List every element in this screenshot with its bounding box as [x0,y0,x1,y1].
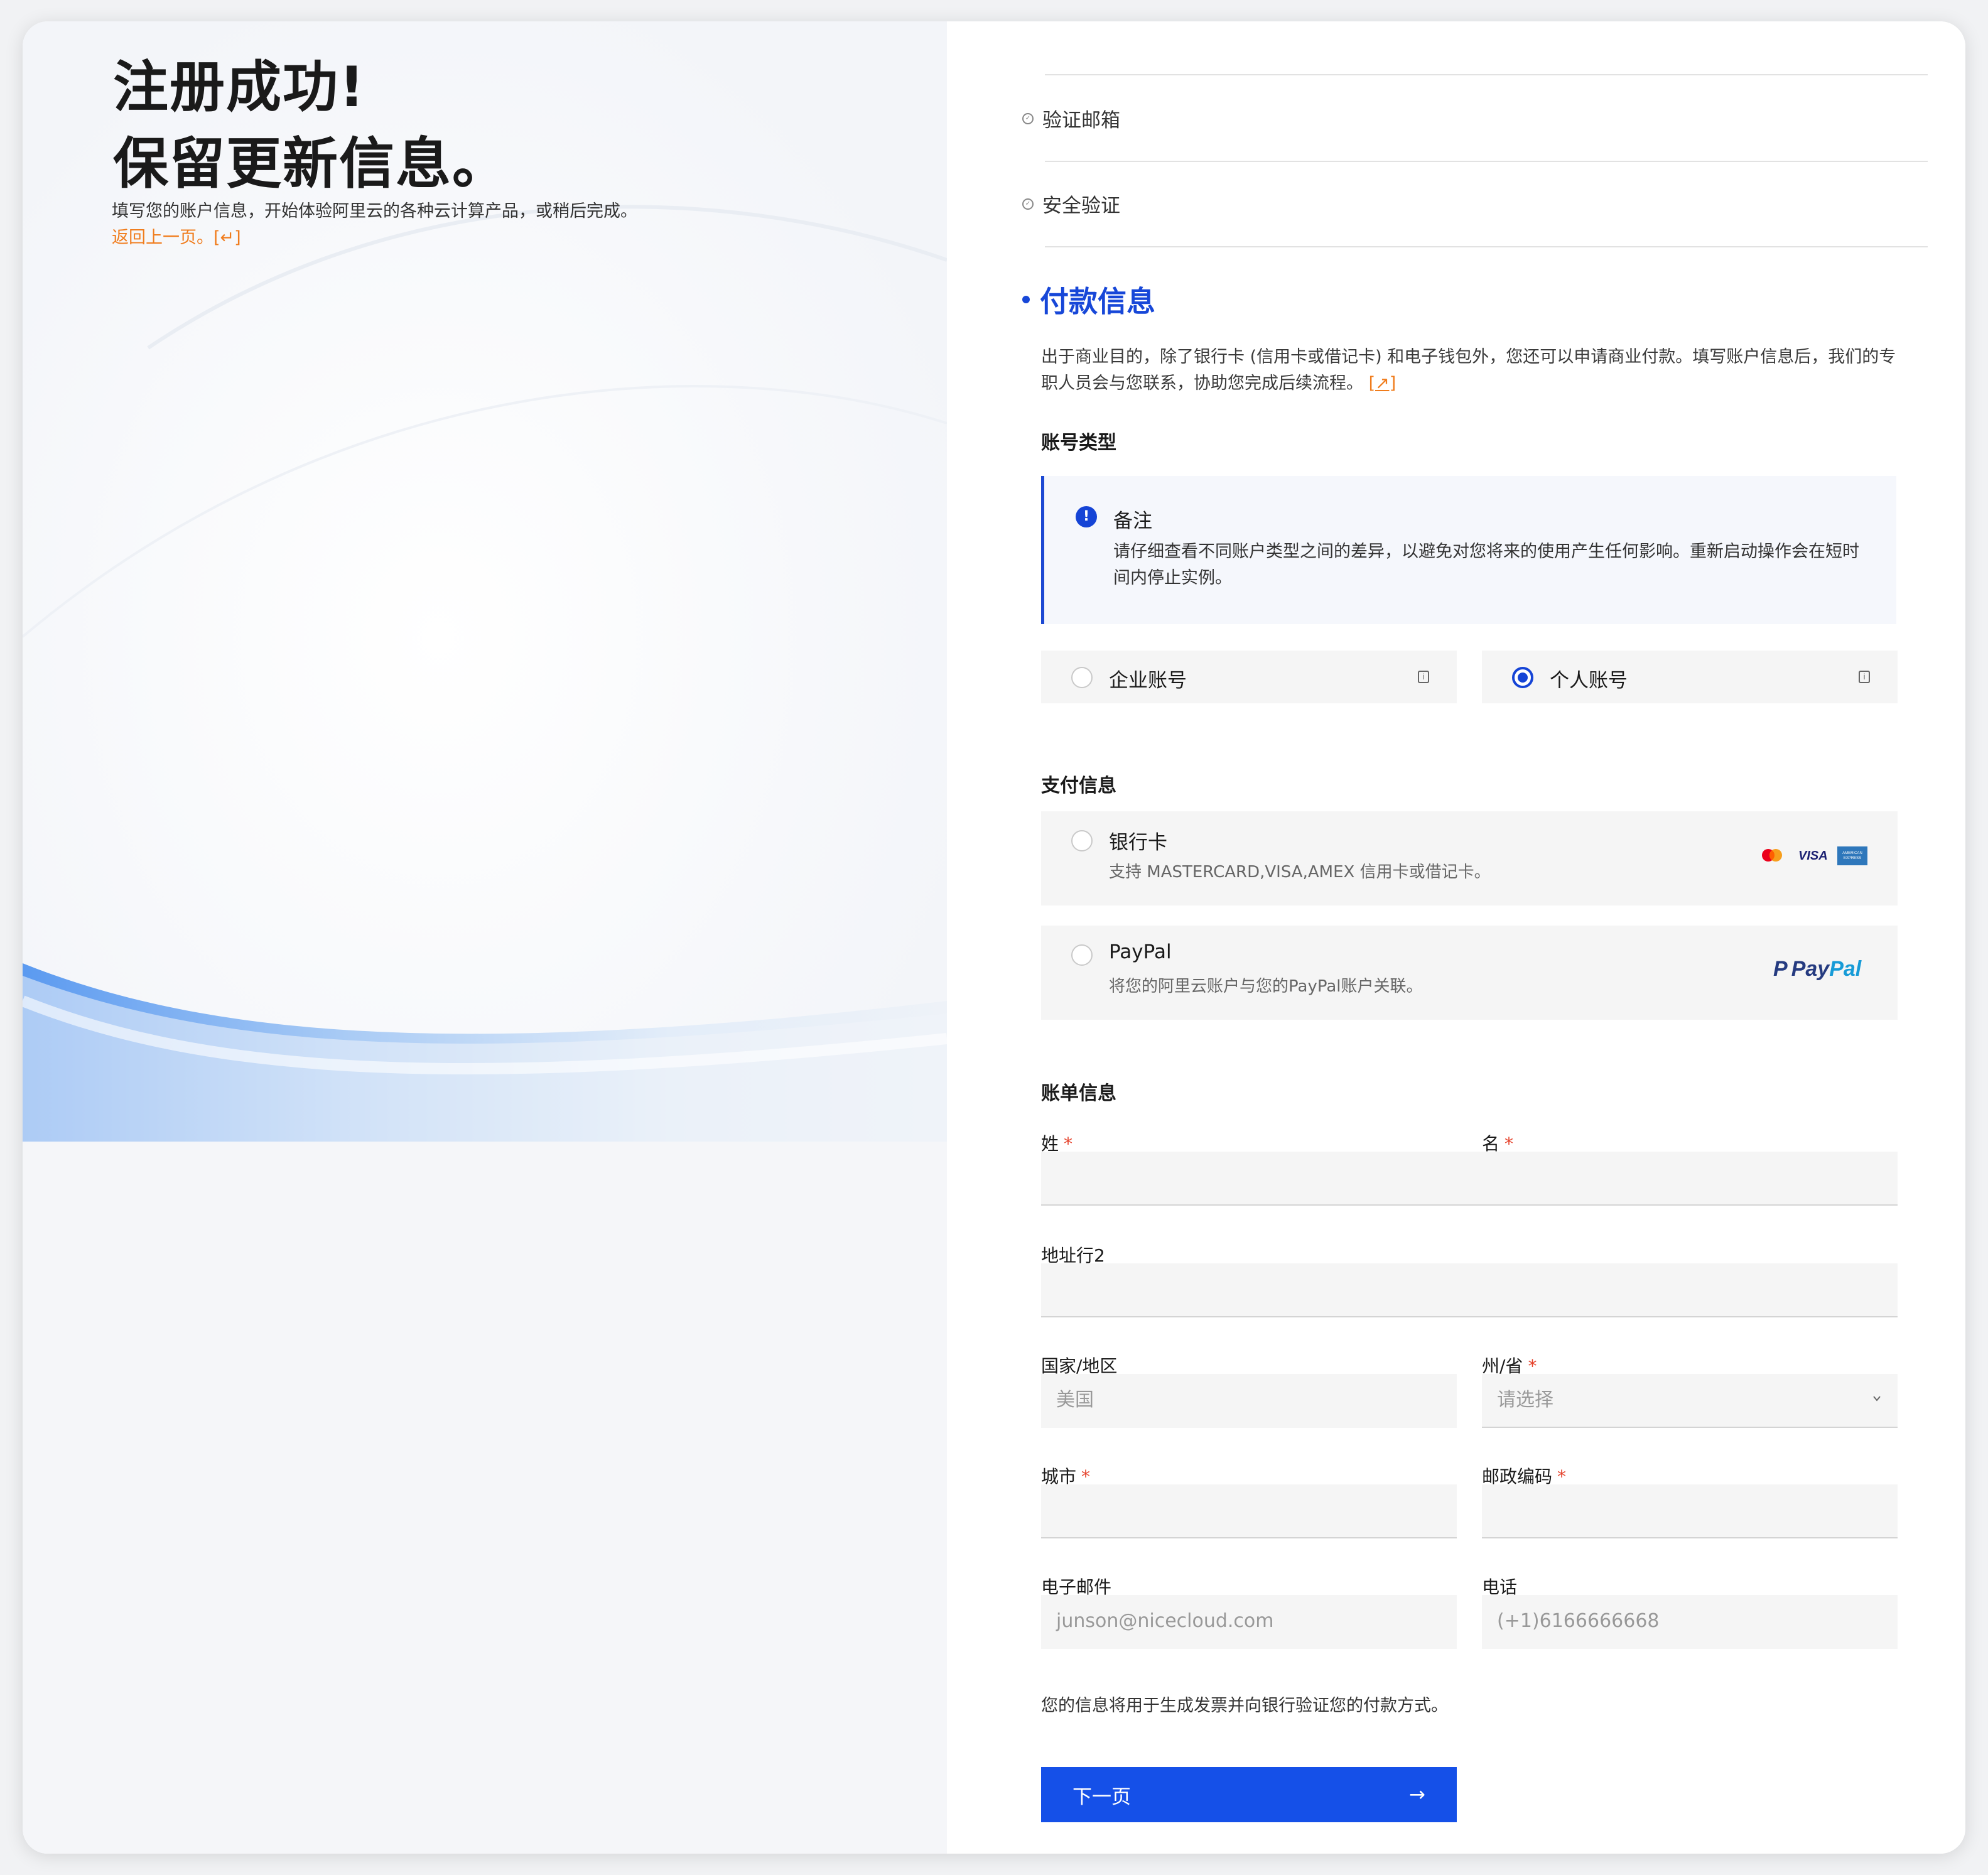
account-option-personal[interactable]: 个人账号 i [1482,651,1898,703]
step-verify-email[interactable]: ✓ 验证邮箱 [1022,104,1120,132]
registration-card: 注册成功! 保留更新信息。 填写您的账户信息，开始体验阿里云的各种云计算产品，或… [23,21,1965,1854]
country-field: 美国 [1041,1374,1457,1428]
form-panel: ✓ 验证邮箱 ✓ 安全验证 付款信息 出于商业目的，除了银行卡 (信用卡或借记卡… [947,21,1965,1854]
option-sublabel: 将您的阿里云账户与您的PayPal账户关联。 [1109,977,1423,996]
account-type-heading: 账号类型 [1041,432,1116,454]
account-option-enterprise[interactable]: 企业账号 i [1041,651,1457,703]
amex-icon: AMERICAN EXPRESS [1837,846,1867,865]
note-title: 备注 [1113,510,1152,532]
phone-field[interactable]: (+1)6166666668 [1482,1595,1898,1649]
option-sublabel: 支持 MASTERCARD,VISA,AMEX 信用卡或借记卡。 [1109,863,1491,882]
step-label: 付款信息 [1040,284,1155,318]
divider [1045,161,1928,162]
name-input[interactable] [1041,1152,1898,1206]
divider [1045,74,1928,75]
billing-footnote: 您的信息将用于生成发票并向银行验证您的付款方式。 [1041,1696,1448,1716]
step-label: 安全验证 [1042,195,1120,217]
note-box: ! 备注 请仔细查看不同账户类型之间的差异，以避免对您将来的使用产生任何影响。重… [1041,476,1896,624]
radio-bank-card[interactable] [1071,830,1093,851]
check-circle-icon: ✓ [1022,112,1034,124]
radio-enterprise[interactable] [1071,667,1093,688]
billing-heading: 账单信息 [1041,1083,1116,1105]
page-subtitle: 填写您的账户信息，开始体验阿里云的各种云计算产品，或稍后完成。 [112,202,637,221]
city-input[interactable] [1041,1484,1457,1538]
step-security[interactable]: ✓ 安全验证 [1022,190,1120,218]
step-payment-active: 付款信息 [1022,279,1155,320]
info-book-icon[interactable]: i [1859,671,1870,683]
payment-heading: 支付信息 [1041,775,1116,797]
radio-personal[interactable] [1512,667,1533,688]
hero-background-art [23,21,947,1854]
bullet-icon [1022,296,1030,303]
info-icon: ! [1076,506,1097,527]
external-link[interactable]: [↗] [1369,374,1396,393]
note-body: 请仔细查看不同账户类型之间的差异，以避免对您将来的使用产生任何影响。重新启动操作… [1113,542,1859,588]
back-link[interactable]: 返回上一页。[↵] [112,224,241,248]
option-label: 个人账号 [1550,669,1628,692]
info-book-icon[interactable]: i [1418,671,1429,683]
step-label: 验证邮箱 [1042,109,1120,132]
chevron-down-icon [1873,1396,1881,1402]
zip-input[interactable] [1482,1484,1898,1538]
payment-option-bank-card[interactable]: 银行卡 支持 MASTERCARD,VISA,AMEX 信用卡或借记卡。 VIS… [1041,811,1898,905]
option-label: 银行卡 [1109,831,1167,854]
check-circle-icon: ✓ [1022,198,1034,210]
visa-icon: VISA [1798,849,1828,863]
hero-panel: 注册成功! 保留更新信息。 填写您的账户信息，开始体验阿里云的各种云计算产品，或… [23,21,947,1854]
divider [1045,246,1928,247]
address2-input[interactable] [1041,1263,1898,1317]
radio-paypal[interactable] [1071,944,1093,966]
paypal-logo-icon: P PayPal [1773,957,1862,981]
payment-option-paypal[interactable]: PayPal 将您的阿里云账户与您的PayPal账户关联。 P PayPal [1041,926,1898,1020]
next-page-button[interactable]: 下一页 → [1041,1767,1457,1822]
email-field[interactable]: junson@nicecloud.com [1041,1595,1457,1649]
state-select[interactable]: 请选择 [1482,1374,1898,1428]
page-title: 注册成功! 保留更新信息。 [113,49,509,202]
mastercard-icon [1762,849,1782,862]
description-text: 出于商业目的，除了银行卡 (信用卡或借记卡) 和电子钱包外，您还可以申请商业付款… [1041,347,1896,393]
next-label: 下一页 [1072,1785,1131,1808]
payment-description: 出于商业目的，除了银行卡 (信用卡或借记卡) 和电子钱包外，您还可以申请商业付款… [1041,344,1908,397]
title-line-1: 注册成功! [113,55,366,119]
option-label: PayPal [1109,941,1172,963]
title-line-2: 保留更新信息。 [113,131,509,196]
option-label: 企业账号 [1109,669,1187,692]
state-placeholder: 请选择 [1497,1389,1553,1411]
arrow-right-icon: → [1409,1783,1425,1806]
